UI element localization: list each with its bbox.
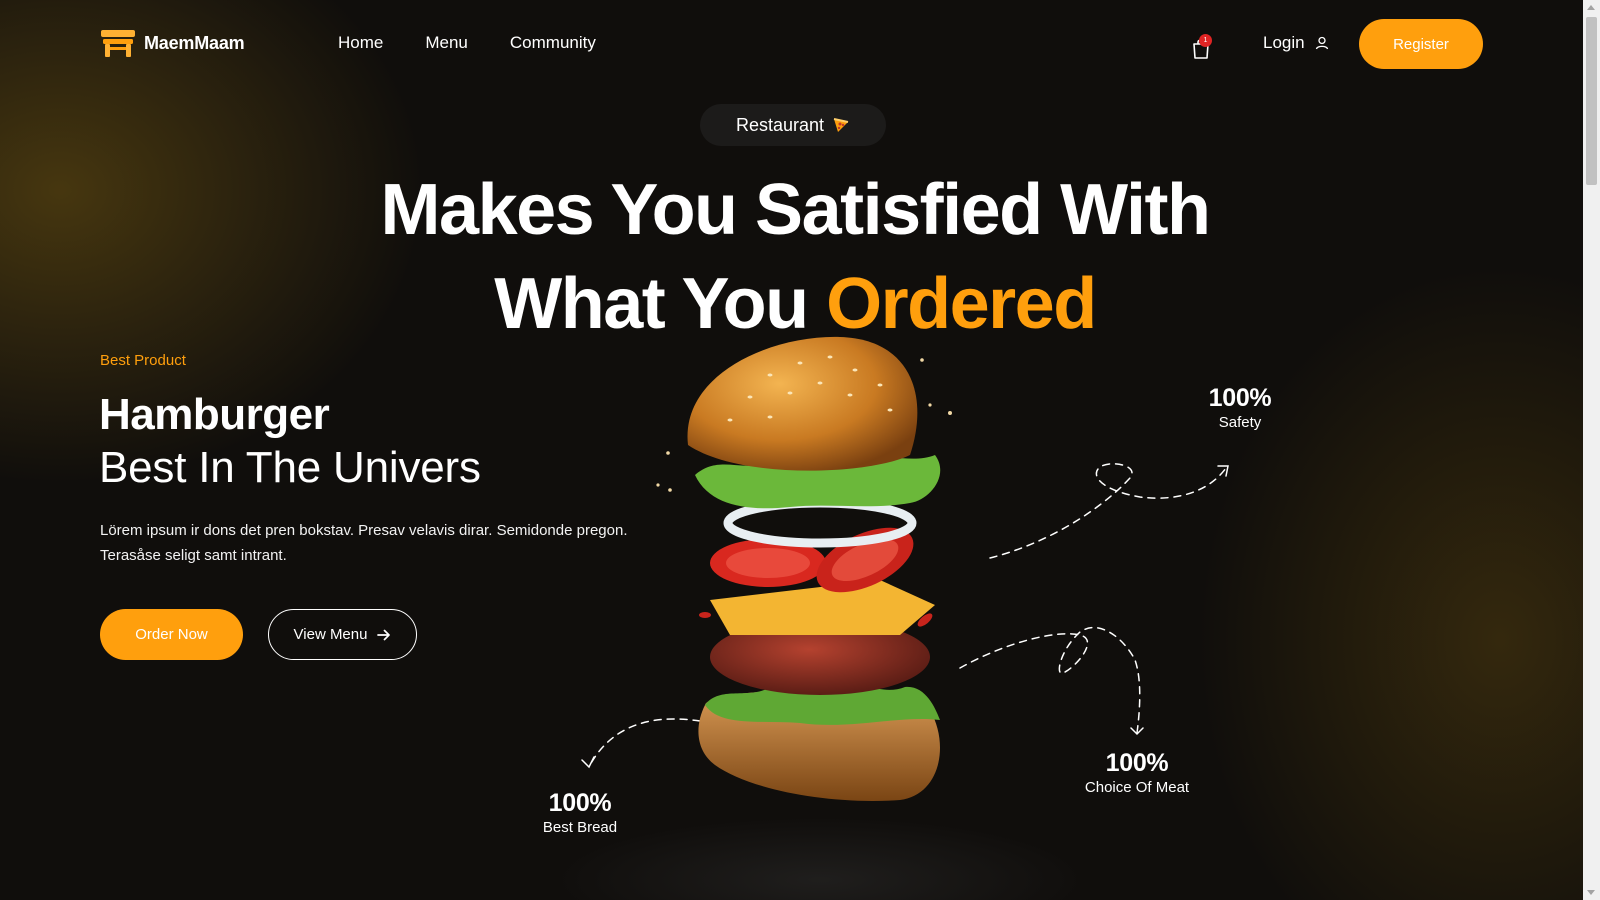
stat-label: Choice Of Meat: [1084, 779, 1190, 796]
description-line-2: Terasåse seligt samt intrant.: [100, 547, 287, 564]
login-link[interactable]: Login: [1263, 33, 1329, 53]
product-eyebrow: Best Product: [100, 352, 186, 369]
register-button[interactable]: Register: [1359, 19, 1483, 69]
page-scrollbar[interactable]: [1583, 0, 1600, 900]
nav-item-home[interactable]: Home: [338, 33, 383, 53]
stat-value: 100%: [548, 789, 612, 817]
stat-safety: 100% Safety: [1190, 384, 1290, 431]
arrow-right-icon: [377, 629, 391, 640]
headline-line-1: Makes You Satisfied With: [380, 170, 1211, 250]
stat-value: 100%: [1105, 749, 1169, 777]
category-tag: Restaurant: [700, 104, 886, 146]
hamburger-image: [656, 336, 952, 801]
stat-best-bread: 100% Best Bread: [530, 789, 630, 836]
view-menu-label: View Menu: [293, 626, 368, 643]
cart-count-badge: 1: [1199, 34, 1212, 47]
product-description: Lörem ipsum ir dons det pren bokstav. Pr…: [100, 518, 700, 568]
main-nav: Home Menu Community: [338, 33, 596, 53]
headline-line-2: What You Ordered: [200, 268, 1390, 340]
nav-item-community[interactable]: Community: [510, 33, 596, 53]
scroll-thumb[interactable]: [1586, 17, 1597, 185]
scroll-up-arrow-icon[interactable]: [1587, 5, 1595, 10]
brand-name: MaemMaam: [144, 32, 245, 53]
view-menu-button[interactable]: View Menu: [268, 609, 417, 660]
product-subtitle: Best In The Univers: [99, 443, 481, 492]
order-now-button[interactable]: Order Now: [100, 609, 243, 660]
user-icon: [1315, 36, 1328, 50]
stat-label: Best Bread: [542, 819, 618, 836]
scroll-down-arrow-icon[interactable]: [1587, 890, 1595, 895]
table-icon: [101, 30, 135, 57]
stat-label: Safety: [1218, 414, 1262, 431]
pizza-slice-icon: [833, 118, 849, 132]
stat-value: 100%: [1208, 384, 1272, 412]
headline-accent: Ordered: [826, 264, 1097, 344]
description-line-1: Lörem ipsum ir dons det pren bokstav. Pr…: [100, 522, 628, 539]
brand-logo[interactable]: MaemMaam: [100, 28, 245, 58]
login-label: Login: [1263, 33, 1305, 52]
category-tag-label: Restaurant: [735, 114, 825, 135]
headline-prefix: What You: [494, 264, 809, 344]
stat-choice-of-meat: 100% Choice Of Meat: [1067, 749, 1207, 796]
nav-item-menu[interactable]: Menu: [425, 33, 468, 53]
product-title: Hamburger: [99, 390, 330, 439]
